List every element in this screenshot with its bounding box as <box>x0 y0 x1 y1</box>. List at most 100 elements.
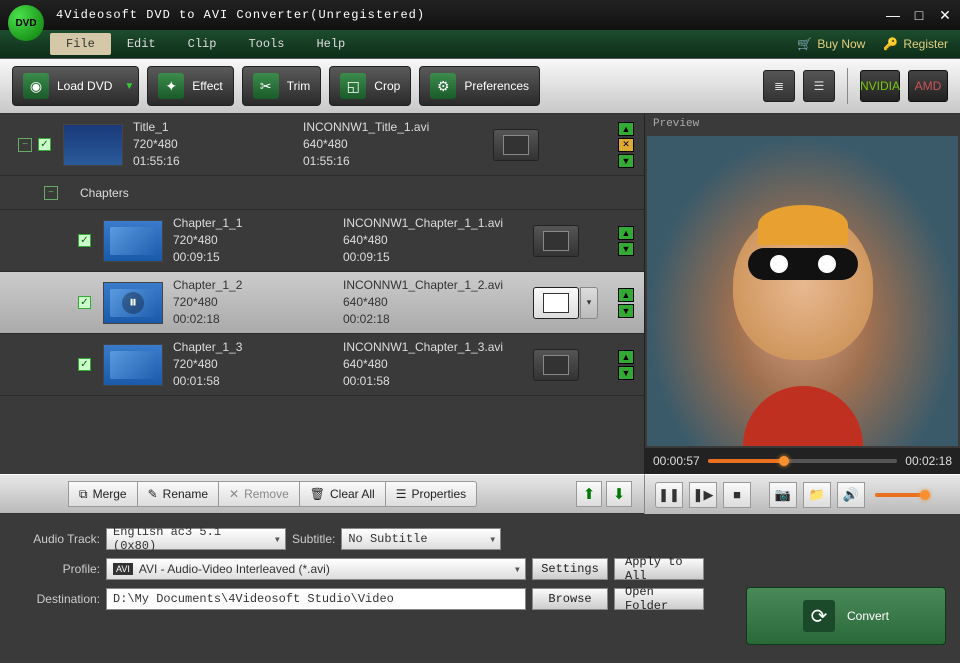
title-thumbnail <box>63 124 123 166</box>
audio-track-select[interactable]: English ac3 5.1 (0x80) <box>106 528 286 550</box>
list-view-button[interactable]: ≣ <box>763 70 795 102</box>
move-up-button[interactable]: ⬆ <box>576 481 602 507</box>
crop-icon: ◱ <box>340 73 366 99</box>
convert-button[interactable]: ⟳ Convert <box>746 587 946 645</box>
chapter-row[interactable]: ✓ Chapter_1_2720*48000:02:18 INCONNW1_Ch… <box>0 272 644 334</box>
preview-label: Preview <box>645 114 960 134</box>
move-down-icon[interactable]: ▼ <box>618 242 634 256</box>
move-up-icon[interactable]: ▲ <box>618 122 634 136</box>
chevron-down-icon: ▼ <box>124 81 134 92</box>
remove-button[interactable]: ✕Remove <box>219 481 300 507</box>
chapter-output: INCONNW1_Chapter_1_2.avi640*48000:02:18 <box>343 277 523 327</box>
menu-file[interactable]: File <box>50 33 111 55</box>
window-title: 4Videosoft DVD to AVI Converter(Unregist… <box>56 8 886 22</box>
chapters-header[interactable]: − Chapters <box>0 176 644 210</box>
buy-now-link[interactable]: 🛒Buy Now <box>797 37 865 51</box>
profile-select[interactable]: AVIAVI - Audio-Video Interleaved (*.avi) <box>106 558 526 580</box>
preferences-button[interactable]: ⚙Preferences <box>419 66 540 106</box>
close-button[interactable]: ✕ <box>938 8 952 22</box>
properties-button[interactable]: ☰Properties <box>386 481 477 507</box>
format-button[interactable] <box>533 225 579 257</box>
destination-input[interactable]: D:\My Documents\4Videosoft Studio\Video <box>106 588 526 610</box>
total-time: 00:02:18 <box>905 454 952 468</box>
step-button[interactable]: ❚▶ <box>689 482 717 508</box>
film-icon <box>543 231 569 251</box>
move-down-icon[interactable]: ▼ <box>618 366 634 380</box>
settings-panel: Audio Track: English ac3 5.1 (0x80) Subt… <box>0 514 960 663</box>
menu-edit[interactable]: Edit <box>111 33 172 55</box>
trim-button[interactable]: ✂Trim <box>242 66 322 106</box>
pencil-icon: ✎ <box>148 487 158 501</box>
title-checkbox[interactable]: ✓ <box>38 138 51 151</box>
list-actions: ⧉Merge ✎Rename ✕Remove 🗑Clear All ☰Prope… <box>0 474 644 514</box>
format-dropdown-icon[interactable]: ▾ <box>580 287 598 319</box>
browse-button[interactable]: Browse <box>532 588 608 610</box>
open-folder-button[interactable]: 📁 <box>803 482 831 508</box>
volume-slider[interactable] <box>875 493 925 497</box>
format-button[interactable] <box>493 129 539 161</box>
register-link[interactable]: 🔑Register <box>883 37 948 51</box>
crop-button[interactable]: ◱Crop <box>329 66 411 106</box>
menu-bar: File Edit Clip Tools Help 🛒Buy Now 🔑Regi… <box>0 30 960 58</box>
stop-button[interactable]: ■ <box>723 482 751 508</box>
title-row[interactable]: − ✓ Title_1720*48001:55:16 INCONNW1_Titl… <box>0 114 644 176</box>
rename-button[interactable]: ✎Rename <box>138 481 219 507</box>
chapter-row[interactable]: ✓ Chapter_1_3720*48000:01:58 INCONNW1_Ch… <box>0 334 644 396</box>
chapter-checkbox[interactable]: ✓ <box>78 234 91 247</box>
app-logo: DVD <box>8 5 44 41</box>
chapter-checkbox[interactable]: ✓ <box>78 296 91 309</box>
compact-view-button[interactable]: ☰ <box>803 70 835 102</box>
gear-icon: ⚙ <box>430 73 456 99</box>
effect-button[interactable]: ✦Effect <box>147 66 233 106</box>
move-up-icon[interactable]: ▲ <box>618 226 634 240</box>
volume-button[interactable]: 🔊 <box>837 482 865 508</box>
chapter-output: INCONNW1_Chapter_1_1.avi640*48000:09:15 <box>343 215 523 265</box>
chapter-thumbnail <box>103 282 163 324</box>
amd-badge: AMD <box>908 70 948 102</box>
settings-button[interactable]: Settings <box>532 558 608 580</box>
pause-button[interactable]: ❚❚ <box>655 482 683 508</box>
menu-tools[interactable]: Tools <box>232 33 300 55</box>
chapter-output: INCONNW1_Chapter_1_3.avi640*48000:01:58 <box>343 339 523 389</box>
merge-button[interactable]: ⧉Merge <box>68 481 138 507</box>
current-time: 00:00:57 <box>653 454 700 468</box>
minimize-button[interactable]: — <box>886 8 900 22</box>
destination-label: Destination: <box>14 592 100 606</box>
chapter-info: Chapter_1_3720*48000:01:58 <box>173 339 323 389</box>
subtitle-select[interactable]: No Subtitle <box>341 528 501 550</box>
merge-icon: ⧉ <box>79 487 88 502</box>
menu-help[interactable]: Help <box>300 33 361 55</box>
format-button[interactable]: ▾ <box>533 287 579 319</box>
dvd-icon: ◉ <box>23 73 49 99</box>
collapse-button[interactable]: − <box>18 138 32 152</box>
file-list: − ✓ Title_1720*48001:55:16 INCONNW1_Titl… <box>0 114 644 474</box>
chapter-checkbox[interactable]: ✓ <box>78 358 91 371</box>
toolbar: ◉Load DVD▼ ✦Effect ✂Trim ◱Crop ⚙Preferen… <box>0 58 960 114</box>
chapter-row[interactable]: ✓ Chapter_1_1720*48000:09:15 INCONNW1_Ch… <box>0 210 644 272</box>
collapse-chapters-button[interactable]: − <box>44 186 58 200</box>
remove-item-icon[interactable]: ✕ <box>618 138 634 152</box>
trash-icon: 🗑 <box>310 487 325 501</box>
avi-icon: AVI <box>113 563 133 575</box>
load-dvd-button[interactable]: ◉Load DVD▼ <box>12 66 139 106</box>
separator <box>847 68 848 104</box>
chapter-thumbnail <box>103 220 163 262</box>
timeline[interactable]: 00:00:57 00:02:18 <box>645 448 960 474</box>
clear-all-button[interactable]: 🗑Clear All <box>300 481 386 507</box>
chapter-info: Chapter_1_1720*48000:09:15 <box>173 215 323 265</box>
seek-slider[interactable] <box>708 459 898 463</box>
format-button[interactable] <box>533 349 579 381</box>
move-up-icon[interactable]: ▲ <box>618 350 634 364</box>
maximize-button[interactable]: □ <box>912 8 926 22</box>
open-folder-button[interactable]: Open Folder <box>614 588 704 610</box>
film-icon <box>543 293 569 313</box>
menu-clip[interactable]: Clip <box>172 33 233 55</box>
move-up-icon[interactable]: ▲ <box>618 288 634 302</box>
apply-to-all-button[interactable]: Apply to All <box>614 558 704 580</box>
scissors-icon: ✂ <box>253 73 279 99</box>
snapshot-button[interactable]: 📷 <box>769 482 797 508</box>
move-down-button[interactable]: ⬇ <box>606 481 632 507</box>
move-down-icon[interactable]: ▼ <box>618 304 634 318</box>
effect-icon: ✦ <box>158 73 184 99</box>
move-down-icon[interactable]: ▼ <box>618 154 634 168</box>
